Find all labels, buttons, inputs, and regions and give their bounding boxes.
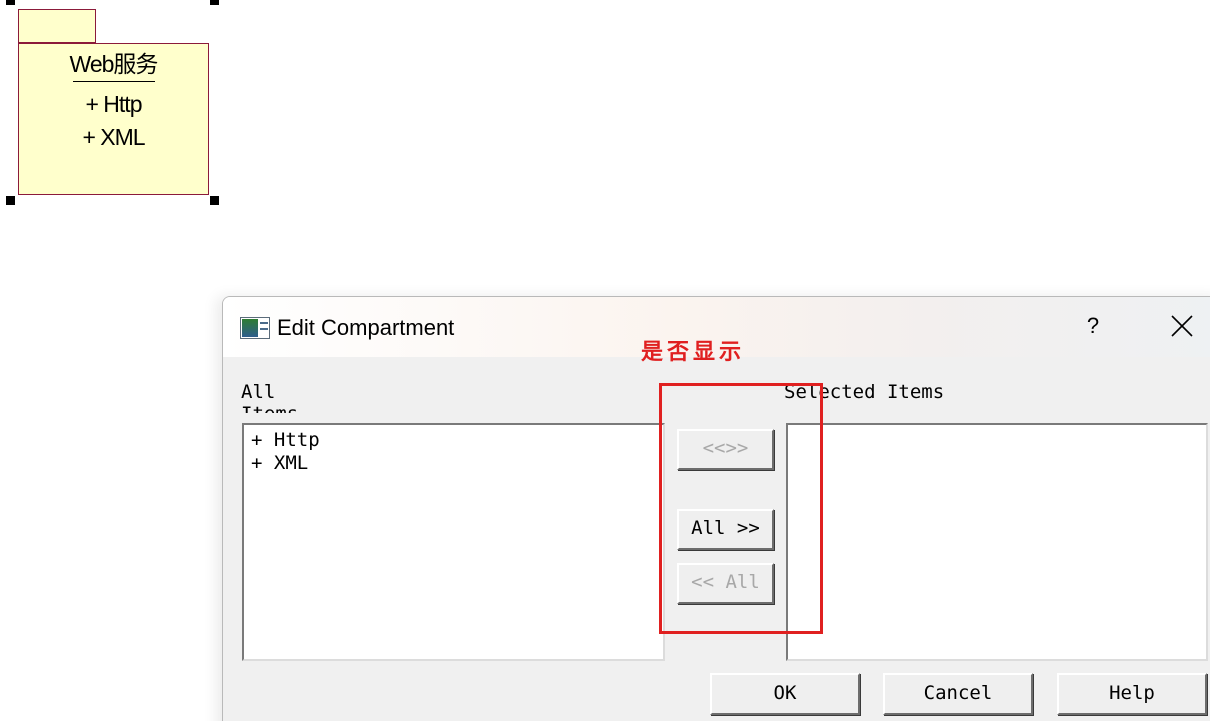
all-items-list[interactable]: + Http + XML <box>242 423 665 661</box>
resize-handle-top-right[interactable] <box>210 0 219 5</box>
dialog-title: Edit Compartment <box>277 315 455 340</box>
cancel-button[interactable]: Cancel <box>883 673 1033 715</box>
add-all-button[interactable]: All >> <box>677 509 774 550</box>
package-member: + XML <box>82 124 145 150</box>
edit-compartment-dialog: Edit Compartment ? All Items Selected It… <box>222 296 1210 721</box>
ok-button[interactable]: OK <box>710 673 860 715</box>
remove-all-button[interactable]: << All <box>677 563 774 604</box>
selected-items-list[interactable] <box>786 423 1208 661</box>
resize-handle-bottom-left[interactable] <box>6 196 15 205</box>
package-member: + Http <box>85 91 142 117</box>
uml-package[interactable]: Web服务 + Http + XML <box>18 43 209 195</box>
help-button[interactable]: Help <box>1057 673 1207 715</box>
all-items-label: All Items <box>241 381 298 413</box>
package-name-underline <box>73 81 155 82</box>
diagram-canvas[interactable]: Web服务 + Http + XML Edit Compartment ? Al… <box>0 0 1210 721</box>
help-icon[interactable]: ? <box>1081 311 1105 341</box>
list-item[interactable]: + XML <box>251 452 308 474</box>
resize-handle-top-left[interactable] <box>6 0 15 5</box>
close-icon[interactable] <box>1167 311 1197 341</box>
package-name: Web服务 <box>69 51 159 77</box>
toggle-button[interactable]: <<>> <box>677 429 774 470</box>
resize-handle-bottom-right[interactable] <box>210 196 219 205</box>
annotation-label: 是否显示 <box>641 339 746 365</box>
app-window-icon <box>240 317 270 339</box>
selected-items-label: Selected Items <box>784 381 945 403</box>
package-tab[interactable] <box>18 9 96 43</box>
list-item[interactable]: + Http <box>251 429 320 451</box>
